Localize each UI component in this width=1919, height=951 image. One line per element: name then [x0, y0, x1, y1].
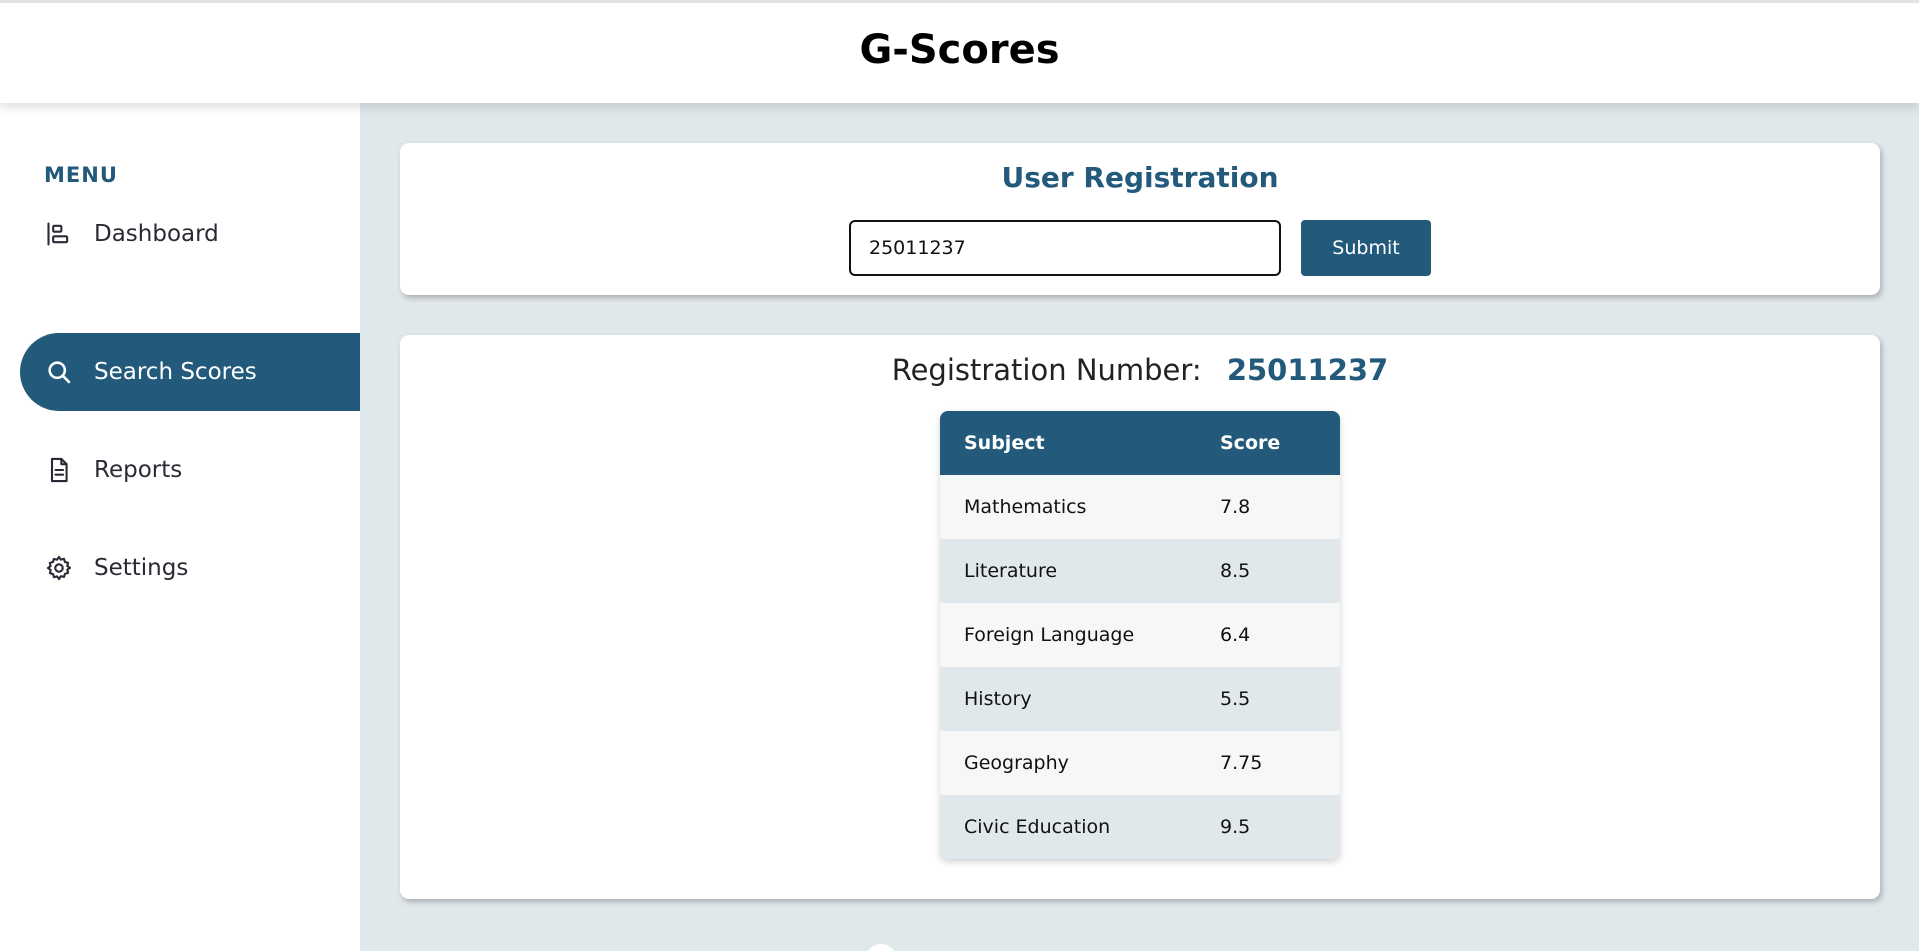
table-row: Foreign Language 6.4 [940, 603, 1340, 667]
sidebar-item-search-scores[interactable]: Search Scores [20, 333, 360, 411]
registration-number-label: Registration Number: [891, 353, 1202, 387]
sidebar-item-reports[interactable]: Reports [20, 431, 360, 509]
table-row: Literature 8.5 [940, 539, 1340, 603]
subject-cell: Literature [964, 560, 1058, 582]
table-row: Geography 7.75 [940, 731, 1340, 795]
registration-number-value: 25011237 [1226, 353, 1389, 387]
registration-number-input[interactable] [849, 220, 1281, 276]
gear-icon [44, 553, 74, 583]
app-title: G-Scores [859, 27, 1060, 73]
search-icon [44, 357, 74, 387]
registration-title: User Registration [1001, 161, 1279, 194]
score-cell: 8.5 [1220, 560, 1251, 582]
registration-card: User Registration Submit [400, 143, 1880, 295]
subject-cell: Foreign Language [964, 624, 1135, 646]
column-header-subject: Subject [964, 432, 1045, 454]
sidebar-item-label: Reports [94, 457, 183, 483]
score-cell: 6.4 [1220, 624, 1251, 646]
app-header: G-Scores [0, 0, 1919, 103]
bar-chart-icon [44, 219, 74, 249]
result-card: Registration Number: 25011237 Subject Sc… [400, 335, 1880, 899]
column-header-score: Score [1220, 432, 1281, 454]
sidebar-item-label: Dashboard [94, 221, 219, 247]
table-row: Civic Education 9.5 [940, 795, 1340, 859]
sidebar: MENU Dashboard Search Scores Reports Set… [0, 103, 360, 951]
sidebar-item-label: Search Scores [94, 359, 257, 385]
document-icon [44, 455, 74, 485]
sidebar-item-dashboard[interactable]: Dashboard [20, 195, 360, 273]
score-cell: 9.5 [1220, 816, 1251, 838]
sidebar-item-label: Settings [94, 555, 189, 581]
table-row: Mathematics 7.8 [940, 475, 1340, 539]
registration-number-line: Registration Number: 25011237 [400, 353, 1880, 387]
scores-table: Subject Score Mathematics 7.8 Literature… [940, 411, 1340, 859]
menu-title: MENU [44, 163, 118, 187]
score-cell: 7.75 [1220, 752, 1263, 774]
subject-cell: Mathematics [964, 496, 1087, 518]
subject-cell: History [964, 688, 1032, 710]
sidebar-item-settings[interactable]: Settings [20, 529, 360, 607]
table-header-row: Subject Score [940, 411, 1340, 475]
subject-cell: Geography [964, 752, 1069, 774]
subject-cell: Civic Education [964, 816, 1111, 838]
table-row: History 5.5 [940, 667, 1340, 731]
submit-button[interactable]: Submit [1301, 220, 1431, 276]
score-cell: 5.5 [1220, 688, 1251, 710]
score-cell: 7.8 [1220, 496, 1251, 518]
main-content: User Registration Submit Registration Nu… [360, 103, 1919, 951]
